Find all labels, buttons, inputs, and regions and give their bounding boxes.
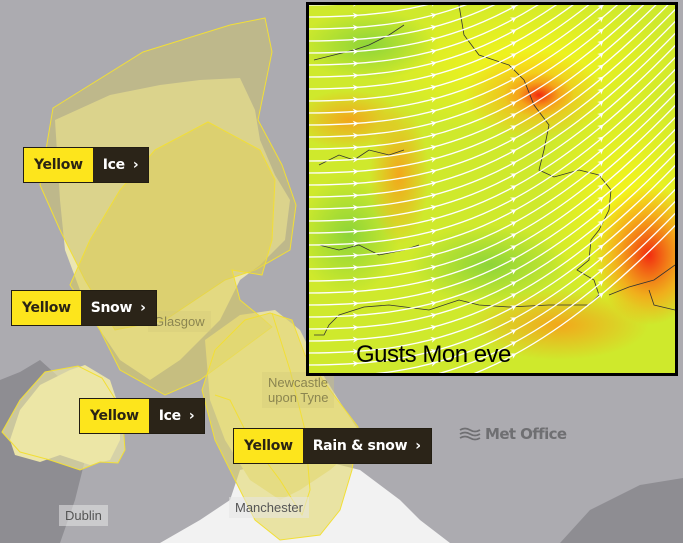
city-label-glasgow: Glasgow: [148, 311, 211, 332]
warning-level: Yellow: [24, 148, 93, 182]
warning-level: Yellow: [80, 399, 149, 433]
chevron-right-icon: ›: [188, 408, 195, 424]
warning-badge-rain-snow[interactable]: Yellow Rain & snow ›: [233, 428, 432, 464]
warning-type: Ice ›: [148, 399, 205, 433]
inset-caption: Gusts Mon eve: [356, 341, 511, 368]
gust-field: [309, 5, 675, 373]
met-office-logo-text: Met Office: [485, 425, 567, 443]
warning-type: Snow ›: [80, 291, 156, 325]
warning-type: Ice ›: [92, 148, 149, 182]
chevron-right-icon: ›: [132, 157, 139, 173]
chevron-right-icon: ›: [415, 438, 421, 454]
warning-type-label: Ice: [158, 408, 181, 424]
warning-badge-ice-north[interactable]: Yellow Ice ›: [23, 147, 150, 183]
city-label-newcastle: Newcastle upon Tyne: [262, 372, 335, 408]
warning-type-label: Rain & snow: [312, 438, 408, 454]
warning-badge-snow[interactable]: Yellow Snow ›: [11, 290, 157, 326]
warning-level: Yellow: [12, 291, 81, 325]
city-label-newcastle-line1: Newcastle: [268, 375, 328, 390]
met-office-wave-icon: [459, 427, 481, 441]
warning-type-label: Ice: [102, 157, 125, 173]
warning-type: Rain & snow ›: [302, 429, 431, 463]
city-label-newcastle-line2: upon Tyne: [268, 390, 329, 405]
warning-badge-ice-south[interactable]: Yellow Ice ›: [79, 398, 206, 434]
warning-level: Yellow: [234, 429, 303, 463]
warning-type-label: Snow: [90, 300, 133, 316]
met-office-logo: Met Office: [459, 425, 567, 443]
city-label-dublin: Dublin: [59, 505, 108, 526]
chevron-right-icon: ›: [140, 300, 146, 316]
city-label-manchester: Manchester: [229, 497, 309, 518]
gust-inset-map: Gusts Mon eve: [306, 2, 678, 376]
